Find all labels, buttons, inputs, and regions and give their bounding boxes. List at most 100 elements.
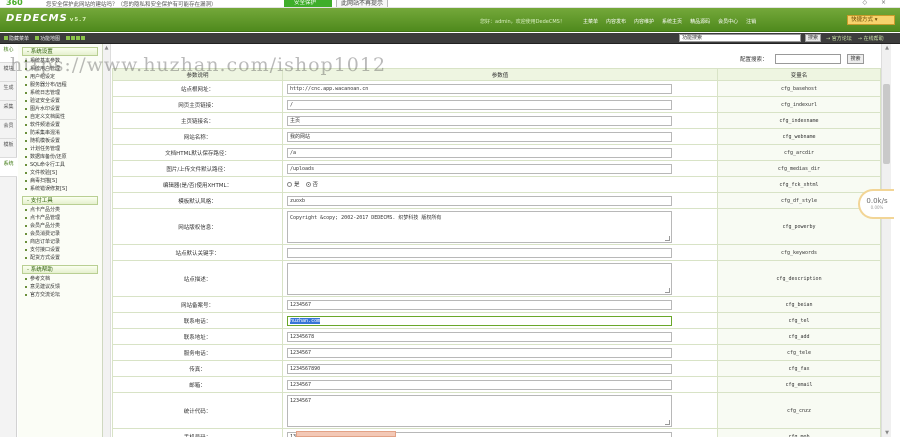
radio-icon[interactable] — [287, 181, 292, 187]
group-payment-tools[interactable]: - 支付工具 — [22, 196, 98, 205]
config-search-button[interactable]: 搜索 — [847, 54, 864, 64]
function-search-select[interactable]: 功能搜索 — [679, 34, 801, 42]
tab-generate[interactable]: 生成 — [0, 82, 17, 101]
nav-member-center[interactable]: 会员中心 — [718, 18, 738, 25]
security-protect-button[interactable]: 安全保护 — [284, 0, 332, 7]
menu-member-product[interactable]: 会员产品分类 — [18, 222, 102, 230]
function-map-button[interactable]: 功能地图 — [35, 35, 60, 42]
table-row: 手机号码：13800138000cfg_mob — [112, 428, 881, 437]
menu-delivery[interactable]: 配货方式设置 — [18, 254, 102, 262]
nav-premium-source[interactable]: 精品源码 — [690, 18, 710, 25]
menu-system-params[interactable]: 系统基本参数 — [18, 57, 102, 65]
table-row: 站点描述： cfg_description — [112, 260, 881, 297]
chevron-down-icon[interactable]: ▼ — [882, 430, 892, 436]
menu-sql-tool[interactable]: SQL命令行工具 — [18, 161, 102, 169]
table-row: 网站版权信息： Copyright &copy; 2002-2017 DEDECM… — [112, 208, 881, 245]
table-header-row: 参数说明 参数值 变量名 — [112, 68, 881, 81]
menu-usergroup[interactable]: 用户组设定 — [18, 73, 102, 81]
menu-verify-security[interactable]: 验证安全设置 — [18, 97, 102, 105]
menu-forum[interactable]: 官方交流论坛 — [18, 291, 102, 299]
speed-widget[interactable]: 0.0k/s 0.00% — [858, 189, 894, 219]
param-input[interactable]: 1234567 — [287, 379, 672, 390]
param-input[interactable]: 1234567 — [287, 299, 672, 310]
param-input[interactable]: huzhan.com — [287, 315, 672, 326]
window-controls[interactable]: ◇ × — [862, 0, 892, 6]
hide-menu-button[interactable]: 隐藏菜单 — [4, 35, 29, 42]
left-module-tabs: 核心 模块 生成 采集 会员 模板 系统 — [0, 44, 17, 437]
menu-db-backup[interactable]: 数据库备份/还原 — [18, 153, 102, 161]
param-textarea[interactable] — [287, 262, 672, 295]
param-input[interactable]: 12345678 — [287, 331, 672, 342]
nav-content-publish[interactable]: 内容发布 — [606, 18, 626, 25]
tab-collect[interactable]: 采集 — [0, 101, 17, 120]
param-label: 邮箱： — [112, 376, 283, 393]
tab-template[interactable]: 模板 — [0, 139, 17, 158]
menu-card-manage[interactable]: 点卡产品管理 — [18, 214, 102, 222]
menu-anti-collect[interactable]: 防采集串混淆 — [18, 129, 102, 137]
tab-core[interactable]: 核心 — [0, 44, 17, 63]
param-value-cell: Copyright &copy; 2002-2017 DEDECMS. 织梦科技… — [282, 208, 718, 245]
menu-random-template[interactable]: 随机模板设置 — [18, 137, 102, 145]
menu-feedback[interactable]: 意见建议反馈 — [18, 283, 102, 291]
no-more-prompt-button[interactable]: 此网站不再提示 — [336, 0, 389, 7]
official-forum-link[interactable]: → 官方论坛 — [826, 35, 852, 42]
menu-reference-docs[interactable]: 参考文档 — [18, 275, 102, 283]
menu-member-consume[interactable]: 会员消费记录 — [18, 230, 102, 238]
scrollbar-thumb[interactable] — [883, 84, 890, 164]
tab-system[interactable]: 系统 — [0, 158, 17, 177]
param-varname: cfg_beian — [717, 296, 881, 313]
param-input[interactable]: http://cnc.app.wacanoan.cn — [287, 83, 672, 94]
table-row: 服务电话： 1234567 cfg_tele — [112, 344, 881, 361]
menu-soft-channel[interactable]: 软件频道设置 — [18, 121, 102, 129]
nav-main-menu[interactable]: 主菜单 — [583, 18, 598, 25]
menu-user-manage[interactable]: 系统用户管理 — [18, 65, 102, 73]
square-icon — [4, 36, 8, 40]
table-row: 网站名称： 我的网站 cfg_webname — [112, 128, 881, 145]
config-search-input[interactable] — [775, 54, 841, 64]
nav-system-home[interactable]: 系统主页 — [662, 18, 682, 25]
main-scrollbar[interactable]: ▲ ▼ — [881, 44, 891, 437]
param-radio[interactable]: 是 — [287, 180, 300, 188]
param-input[interactable]: /uploads — [287, 163, 672, 174]
welcome-text: 您好：admin，欢迎使用DedeCMS！ — [480, 19, 565, 25]
param-radio[interactable]: 否 — [305, 180, 318, 188]
menu-payment-api[interactable]: 支付接口设置 — [18, 246, 102, 254]
group-system-help[interactable]: - 系统帮助 — [22, 265, 98, 274]
menu-virus-scan[interactable]: 病毒扫描[S] — [18, 177, 102, 185]
menu-file-check[interactable]: 文件校验[S] — [18, 169, 102, 177]
param-input[interactable]: 主页 — [287, 115, 672, 126]
nav-content-maintain[interactable]: 内容维护 — [634, 18, 654, 25]
radio-icon[interactable] — [305, 181, 311, 187]
sidebar-scrollbar[interactable]: ▲ — [103, 44, 111, 437]
tab-member[interactable]: 会员 — [0, 120, 17, 139]
menu-system-log[interactable]: 系统日志管理 — [18, 89, 102, 97]
param-input[interactable]: zuoxb — [287, 195, 672, 206]
menu-cron-tasks[interactable]: 计划任务管理 — [18, 145, 102, 153]
group-system-settings[interactable]: - 系统设置 — [22, 47, 98, 56]
config-search-label: 配置搜索： — [740, 57, 768, 63]
menu-custom-attr[interactable]: 自定义文档属性 — [18, 113, 102, 121]
online-help-link[interactable]: → 在线帮助 — [858, 35, 884, 42]
param-input[interactable] — [287, 247, 672, 258]
function-search-button[interactable]: 搜索 — [805, 34, 821, 42]
grid-icon[interactable] — [66, 35, 86, 42]
menu-server-remote[interactable]: 服务器分布/远程 — [18, 81, 102, 89]
chevron-up-icon[interactable]: ▲ — [882, 45, 892, 51]
param-input[interactable]: /a — [287, 147, 672, 158]
menu-watermark[interactable]: 图片水印设置 — [18, 105, 102, 113]
col-var-header: 变量名 — [717, 68, 881, 81]
param-textarea[interactable]: 1234567 — [287, 394, 672, 427]
nav-logout[interactable]: 注销 — [746, 18, 756, 25]
tab-module[interactable]: 模块 — [0, 63, 17, 82]
menu-shop-orders[interactable]: 商店订单记录 — [18, 238, 102, 246]
param-input[interactable]: 我的网站 — [287, 131, 672, 142]
toolbar: 隐藏菜单 功能地图 功能搜索 搜索 → 官方论坛 → 在线帮助 — [0, 33, 900, 44]
param-input[interactable]: 1234567 — [287, 347, 672, 358]
param-textarea[interactable]: Copyright &copy; 2002-2017 DEDECMS. 织梦科技… — [287, 210, 672, 243]
menu-error-fix[interactable]: 系统错误修复[S] — [18, 185, 102, 193]
shortcut-dropdown[interactable]: 快捷方式 ▾ — [847, 15, 895, 25]
menu-card-category[interactable]: 点卡产品分类 — [18, 206, 102, 214]
chevron-up-icon[interactable]: ▲ — [103, 45, 110, 51]
param-input[interactable]: / — [287, 99, 672, 110]
param-input[interactable]: 1234567890 — [287, 363, 672, 374]
